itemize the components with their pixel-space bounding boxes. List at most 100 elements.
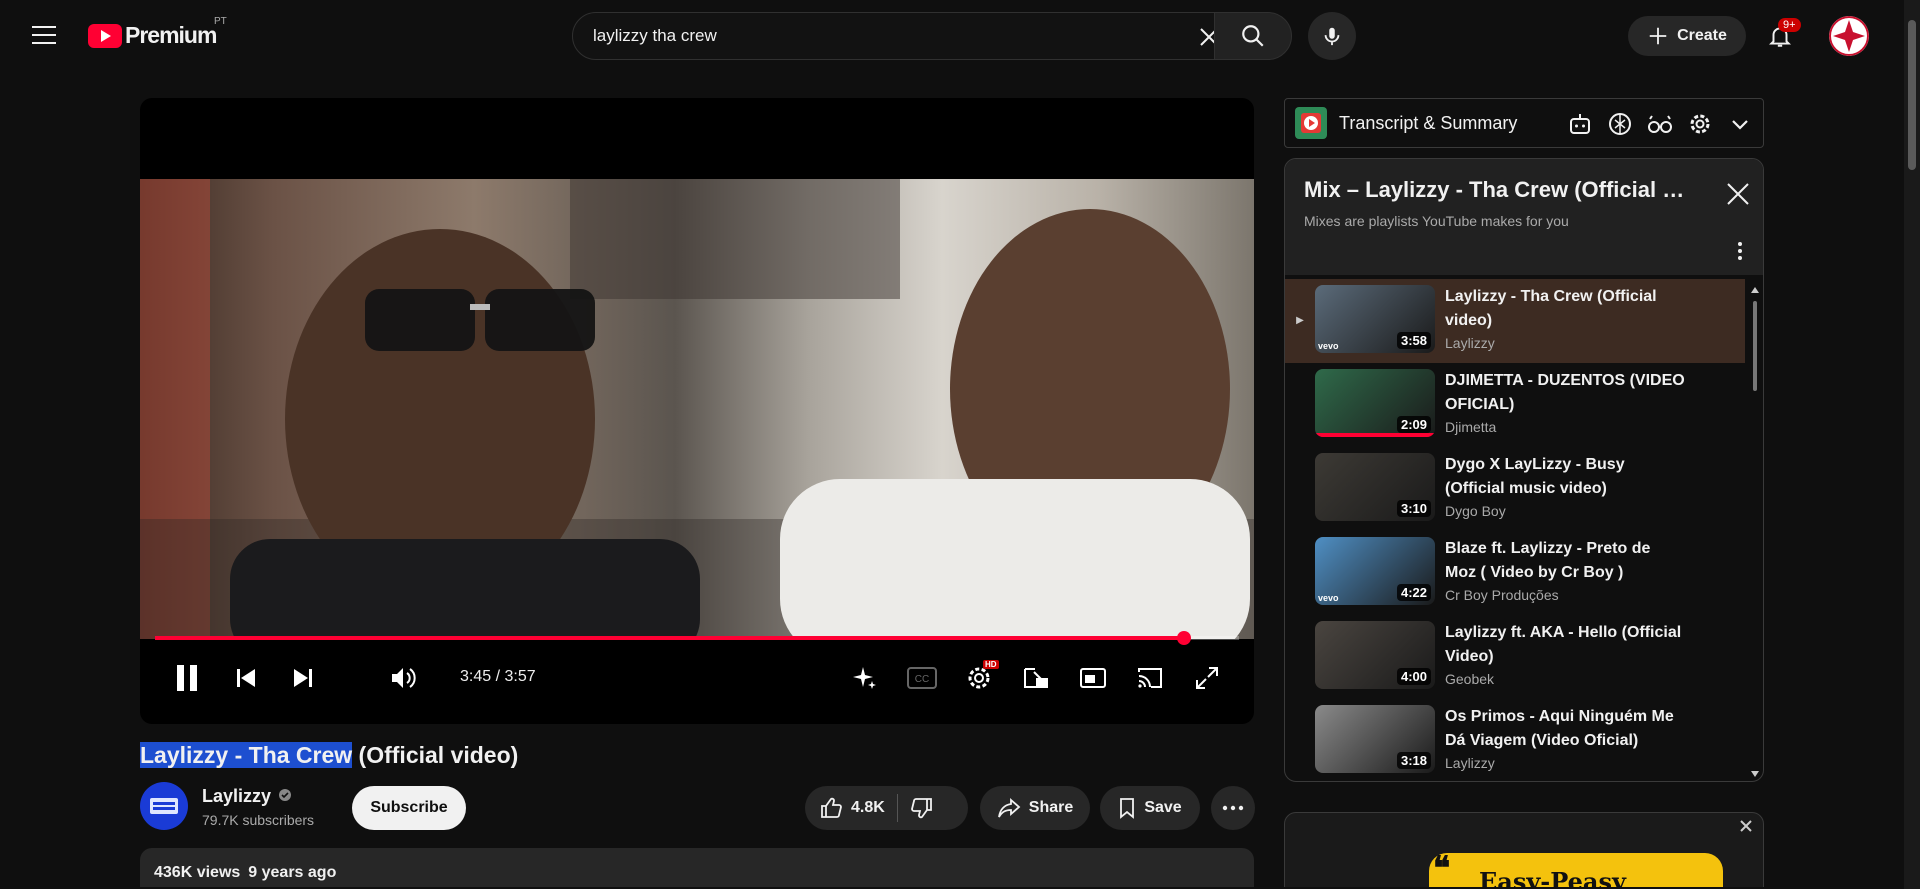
channel-name[interactable]: Laylizzy [202,786,271,807]
close-ad-icon[interactable] [1739,819,1753,833]
verified-badge-icon [279,789,291,801]
svg-text:CC: CC [915,674,929,685]
like-divider [896,794,898,822]
playlist-item-title[interactable]: Os Primos - Aqui Ninguém Me Dá Viagem (V… [1445,705,1685,753]
playlist-item-meta: Laylizzy ft. AKA - Hello (Official Video… [1445,621,1685,687]
skip-next-icon [294,669,312,687]
mix-title[interactable]: Mix – Laylizzy - Tha Crew (Official vide… [1304,177,1694,203]
playlist-item[interactable]: 4:00 Laylizzy ft. AKA - Hello (Official V… [1285,615,1745,699]
mix-subtitle: Mixes are playlists YouTube makes for yo… [1304,213,1569,229]
playlist-item-title[interactable]: Dygo X LayLizzy - Busy (Official music v… [1445,453,1685,501]
like-button[interactable]: 4.8K [805,796,885,820]
search-input[interactable]: laylizzy tha crew [572,12,1236,60]
view-count: 436K views [154,864,241,881]
account-avatar-icon [1829,16,1869,56]
player-controls: 3:45 / 3:57 CC HD [140,648,1254,708]
playlist-item-thumbnail[interactable]: 2:09 [1315,369,1435,437]
video-player[interactable]: 3:45 / 3:57 CC HD [140,98,1254,724]
settings-gear-icon[interactable] [1687,111,1713,137]
transcript-summary-bar[interactable]: Transcript & Summary [1284,98,1764,148]
playlist-item-title[interactable]: Laylizzy ft. AKA - Hello (Official Video… [1445,621,1685,669]
ad-banner[interactable]: Easy-Peasy [1429,853,1723,887]
glasses-icon[interactable] [1647,111,1673,137]
microphone-icon [1324,27,1340,46]
menu-icon[interactable] [32,26,56,44]
thumbs-up-icon [821,797,842,818]
previous-button[interactable] [226,658,266,698]
ad-panel[interactable]: Easy-Peasy ❝ [1284,812,1764,887]
more-actions-button[interactable] [1211,786,1255,830]
playlist-item[interactable]: 3:18 Os Primos - Aqui Ninguém Me Dá Viage… [1285,699,1745,781]
playlist-item[interactable]: 3:10 Dygo X LayLizzy - Busy (Official mus… [1285,447,1745,531]
playlist-item-spacer [1285,369,1315,399]
playlist-item[interactable]: 4:22 vevo Blaze ft. Laylizzy - Preto de Mo… [1285,531,1745,615]
ai-features-button[interactable] [845,658,885,698]
playlist-item-thumbnail[interactable]: 4:00 [1315,621,1435,689]
video-title: Laylizzy - Tha Crew (Official video) [140,742,518,769]
playlist-item-thumbnail[interactable]: 3:10 [1315,453,1435,521]
playlist-item-spacer [1285,705,1315,735]
thumbs-down-icon [910,798,932,819]
playlist-item-channel: Geobek [1445,671,1495,687]
page-scrollbar-thumb[interactable] [1908,20,1916,170]
fullscreen-button[interactable] [1187,658,1227,698]
playlist-item[interactable]: ▶ 3:58 vevo Laylizzy - Tha Crew (Official v… [1285,279,1745,363]
robot-icon[interactable] [1567,111,1593,137]
playlist-item-meta: Laylizzy - Tha Crew (Official video) Layl… [1445,285,1685,351]
playlist-item[interactable]: 2:09 DJIMETTA - DUZENTOS (VIDEO OFICIAL) D… [1285,363,1745,447]
playlist-item-thumbnail[interactable]: 3:58 vevo [1315,285,1435,353]
playlist-item-meta: Os Primos - Aqui Ninguém Me Dá Viagem (V… [1445,705,1685,771]
mix-scrollbar-thumb[interactable] [1753,301,1757,391]
description-box[interactable]: 436K views 9 years ago [140,848,1254,887]
playlist-item-title[interactable]: Laylizzy - Tha Crew (Official video) [1445,285,1685,333]
playlist-item-title[interactable]: Blaze ft. Laylizzy - Preto de Moz ( Vide… [1445,537,1685,585]
miniplayer-icon [1024,668,1048,688]
scroll-down-icon[interactable] [1751,769,1759,779]
share-button[interactable]: Share [980,786,1090,830]
settings-button[interactable]: HD [959,658,999,698]
save-button[interactable]: Save [1100,786,1200,830]
voice-search-button[interactable] [1308,12,1356,60]
playlist-item-duration: 3:58 [1396,332,1431,349]
create-button[interactable]: Create [1628,16,1746,56]
pause-button[interactable] [167,658,207,698]
volume-button[interactable] [383,658,423,698]
mix-playlist-panel: Mix – Laylizzy - Tha Crew (Official vide… [1284,158,1764,782]
subscribe-button[interactable]: Subscribe [352,786,466,830]
next-button[interactable] [283,658,323,698]
youtube-watch-page: Premium PT laylizzy tha crew Create 9+ 3… [2,2,1905,887]
notifications-badge: 9+ [1778,18,1801,32]
mix-scrollbar[interactable] [1751,285,1759,779]
youtube-logo[interactable]: Premium PT [88,16,227,49]
playlist-item-title[interactable]: DJIMETTA - DUZENTOS (VIDEO OFICIAL) [1445,369,1685,417]
close-icon[interactable] [1725,181,1751,207]
video-frame[interactable] [140,179,1254,639]
theater-mode-button[interactable] [1073,658,1113,698]
captions-icon: CC [907,667,937,689]
playlist-item-meta: Dygo X LayLizzy - Busy (Official music v… [1445,453,1685,519]
cast-button[interactable] [1130,658,1170,698]
channel-avatar[interactable] [140,782,188,830]
chatgpt-icon[interactable] [1607,111,1633,137]
more-vertical-icon[interactable] [1737,241,1743,261]
quote-mark-icon: ❝ [1433,849,1451,887]
chevron-down-icon[interactable] [1727,111,1753,137]
dislike-button[interactable] [910,796,934,820]
transcript-label: Transcript & Summary [1339,112,1518,133]
captions-button[interactable]: CC [902,658,942,698]
scroll-up-icon[interactable] [1751,285,1759,295]
account-avatar[interactable] [1829,16,1869,56]
transcript-extension-logo [1295,107,1327,139]
page-scrollbar[interactable] [1904,0,1920,889]
seek-bar-scrubber[interactable] [1176,631,1191,645]
miniplayer-button[interactable] [1016,658,1056,698]
playlist-item-thumbnail[interactable]: 4:22 vevo [1315,537,1435,605]
playlist-item-channel: Cr Boy Produções [1445,587,1559,603]
sparkle-icon [853,667,876,689]
playlist-item-thumbnail[interactable]: 3:18 [1315,705,1435,773]
mix-header: Mix – Laylizzy - Tha Crew (Official vide… [1285,159,1763,275]
search-button[interactable] [1214,12,1292,60]
seek-bar[interactable] [155,631,1239,645]
playlist-item-channel: Laylizzy [1445,755,1495,771]
vevo-logo: vevo [1318,341,1339,351]
